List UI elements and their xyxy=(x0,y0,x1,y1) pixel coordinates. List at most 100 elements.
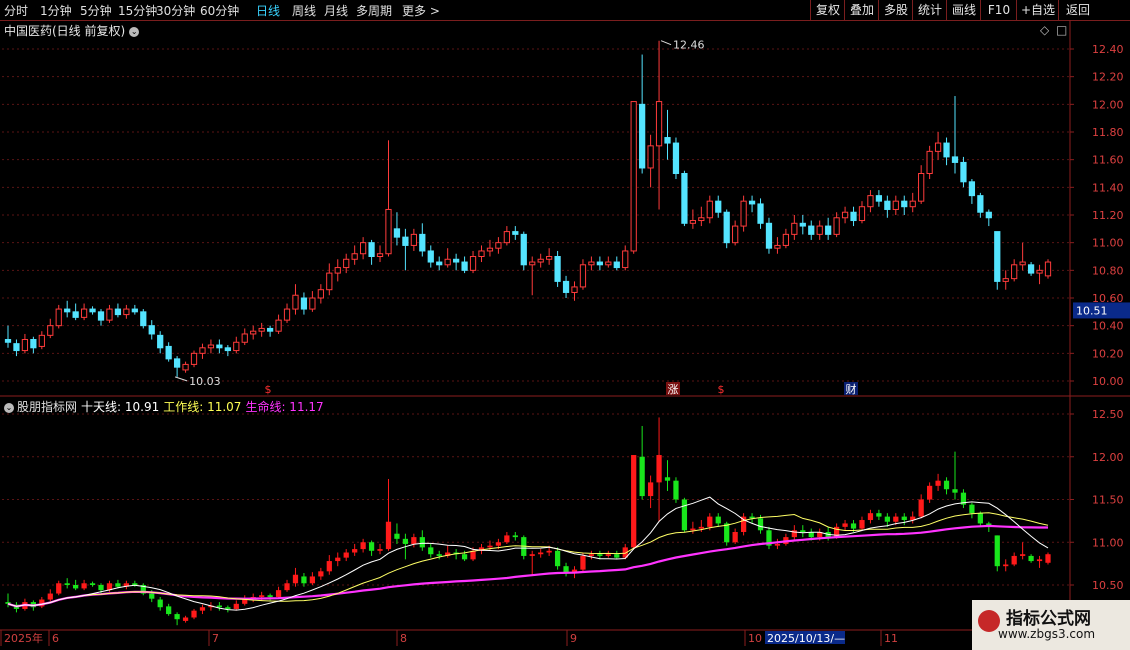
candle-body xyxy=(478,250,485,257)
candle-body xyxy=(723,211,730,244)
indicator-tick-label: 12.50 xyxy=(1092,408,1124,421)
candle-body xyxy=(72,311,79,318)
indicator-candle-body xyxy=(402,538,409,544)
indicator-candle-body xyxy=(216,605,223,608)
indicator-candle-body xyxy=(174,614,180,620)
candle-body xyxy=(47,325,54,336)
candle-body xyxy=(1011,264,1018,280)
candle-body xyxy=(351,253,358,260)
candle-body xyxy=(216,344,223,349)
candle-body xyxy=(495,242,502,249)
price-tick-label: 10.20 xyxy=(1092,347,1124,360)
price-tick-label: 11.60 xyxy=(1092,154,1124,167)
candle-body xyxy=(89,308,96,313)
indicator-candle-body xyxy=(495,542,502,546)
indicator-candle-body xyxy=(301,576,307,584)
candle-body xyxy=(385,208,392,255)
candle-body xyxy=(901,200,908,208)
indicator-candle-body xyxy=(284,583,290,591)
candle-body xyxy=(30,339,37,349)
candle-body xyxy=(64,308,71,313)
kline-chart[interactable]: 12.40 12.20 12.00 11.80 11.60 11.40 11.20 11.00… xyxy=(0,0,1130,650)
candle-body xyxy=(376,253,384,258)
candle-body xyxy=(613,261,620,269)
candle-body xyxy=(858,206,866,222)
price-tick-label: 12.40 xyxy=(1092,43,1124,56)
candle-body xyxy=(13,343,20,352)
watermark-title: 指标公式网 xyxy=(1006,609,1091,629)
candle-body xyxy=(80,308,88,318)
watermark: 指标公式网 www.zbgs3.com xyxy=(972,600,1130,650)
site-logo-icon xyxy=(978,610,1000,632)
candle-body xyxy=(419,233,426,252)
month-label: 2025年 xyxy=(4,631,43,645)
high-price-label: 12.46 xyxy=(673,39,705,52)
indicator-tick-label: 10.50 xyxy=(1092,579,1124,592)
candle-body xyxy=(808,225,815,235)
candle-body xyxy=(190,352,198,365)
candle-body xyxy=(562,280,570,293)
candle-body xyxy=(951,156,959,163)
indicator-candle-body xyxy=(757,518,764,531)
price-tick-label: 12.20 xyxy=(1092,71,1124,84)
indicator-candle-body xyxy=(546,550,552,553)
candle-body xyxy=(639,103,646,169)
indicator-candle-body xyxy=(81,583,87,589)
candle-body xyxy=(520,233,527,266)
candle-body xyxy=(4,339,12,343)
event-badge-text: 财 xyxy=(846,382,857,396)
indicator-candle-body xyxy=(631,455,637,548)
indicator-candle-body xyxy=(1028,555,1034,562)
candle-body xyxy=(850,211,857,222)
indicator-candle-body xyxy=(309,576,316,584)
indicator-candle-body xyxy=(1020,554,1026,556)
indicator-candle-body xyxy=(73,585,79,589)
candle-body xyxy=(934,142,942,152)
indicator-candle-body xyxy=(656,455,662,483)
price-tick-label: 12.00 xyxy=(1092,98,1124,111)
indicator-candle-body xyxy=(724,523,730,543)
candle-body xyxy=(706,200,713,219)
candle-body xyxy=(672,142,680,174)
indicator-candle-body xyxy=(943,480,950,490)
candle-body xyxy=(740,200,747,227)
indicator-candle-body xyxy=(292,574,299,584)
indicator-candle-body xyxy=(681,499,688,531)
indicator-candle-body xyxy=(149,593,155,599)
candle-body xyxy=(275,319,282,332)
indicator-candle-body xyxy=(867,513,874,521)
candle-body xyxy=(546,256,553,260)
indicator-candle-body xyxy=(698,526,704,529)
candle-body xyxy=(647,145,654,169)
candle-body xyxy=(512,231,519,235)
candle-body xyxy=(825,225,832,235)
price-tick-label: 11.80 xyxy=(1092,126,1124,139)
indicator-candle-body xyxy=(876,513,882,517)
indicator-candle-body xyxy=(64,583,70,585)
candle-body xyxy=(402,236,409,246)
candle-body xyxy=(165,345,172,360)
indicator-candle-body xyxy=(588,554,595,556)
candle-body xyxy=(926,150,933,175)
candle-body xyxy=(157,334,164,349)
indicator-candle-body xyxy=(1045,554,1051,563)
candle-body xyxy=(199,347,206,354)
indicator-candle-body xyxy=(487,545,493,548)
candle-body xyxy=(867,195,874,208)
candle-body xyxy=(368,242,375,258)
candle-body xyxy=(461,261,468,271)
indicator-candle-body xyxy=(580,555,586,570)
indicator-candle-body xyxy=(419,537,425,548)
candle-body xyxy=(486,247,494,252)
indicator-candle-body xyxy=(927,485,933,500)
indicator-candle-body xyxy=(732,531,738,543)
candle-body xyxy=(833,217,840,235)
candle-body xyxy=(97,311,105,321)
indicator-candle-body xyxy=(352,549,358,553)
candle-body xyxy=(131,308,138,313)
event-dollar-icon: $ xyxy=(265,383,272,396)
month-label: 7 xyxy=(212,632,219,645)
candle-body xyxy=(596,261,603,266)
price-tick-label: 11.00 xyxy=(1092,237,1124,250)
indicator-candle-body xyxy=(597,554,603,556)
